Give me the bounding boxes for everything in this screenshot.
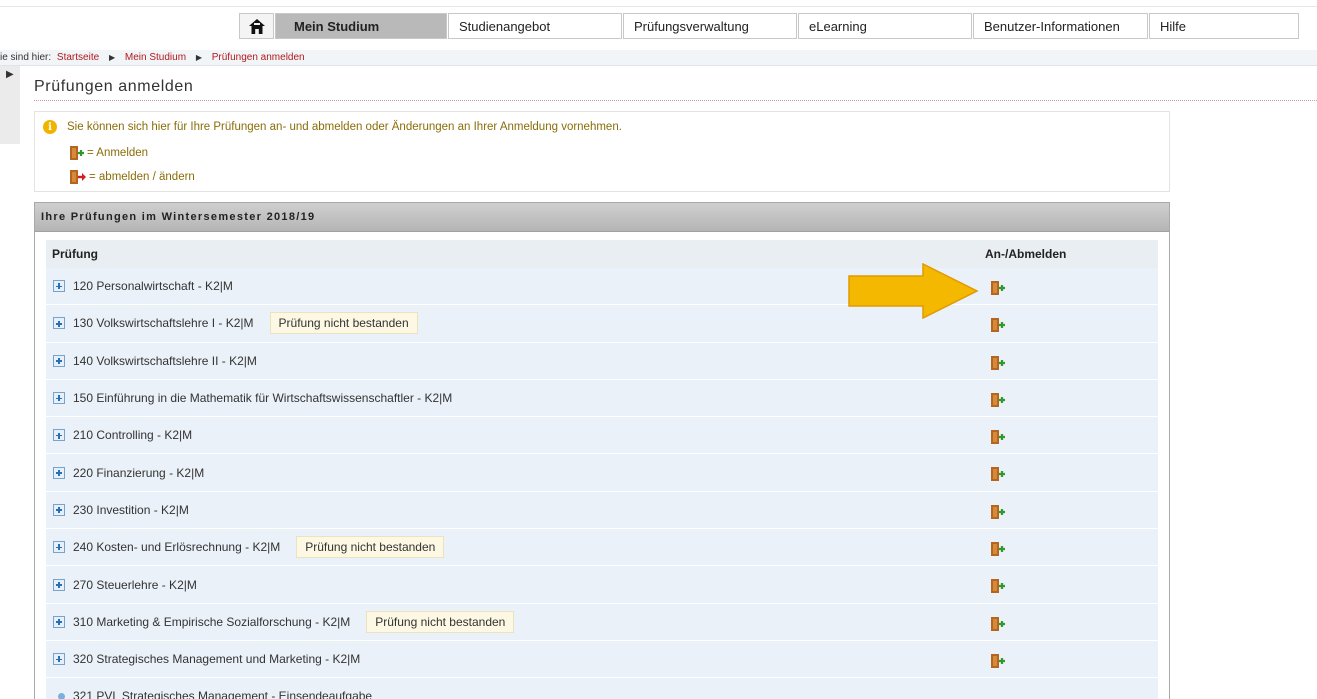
table-row: 321 PVL Strategisches Management - Einse… [46, 678, 1158, 699]
table-row: 220 Finanzierung - K2|M [46, 454, 1158, 492]
table-row: 140 Volkswirtschaftslehre II - K2|M [46, 342, 1158, 380]
table-row: 240 Kosten- und Erlösrechnung - K2|M Prüf… [46, 529, 1158, 567]
info-text: Sie können sich hier für Ihre Prüfungen … [67, 121, 622, 133]
nav-hilfe[interactable]: Hilfe [1149, 13, 1299, 39]
nav-benutzer-informationen[interactable]: Benutzer-Informationen [973, 13, 1148, 39]
exam-table: Prüfung An-/Abmelden 120 Personalwirtsch… [46, 240, 1158, 699]
door-exit-icon [70, 170, 86, 184]
register-door-icon[interactable] [990, 616, 1006, 635]
exam-name: 120 Personalwirtschaft - K2|M [73, 279, 233, 294]
legend-register-label: = Anmelden [87, 147, 149, 159]
breadcrumb: ie sind hier: Startseite ▶ Mein Studium … [0, 50, 1317, 66]
exam-name: 150 Einführung in die Mathematik für Wir… [73, 391, 453, 406]
table-row: 270 Steuerlehre - K2|M [46, 566, 1158, 604]
top-divider [0, 6, 1317, 7]
expand-plus-icon[interactable] [53, 280, 65, 293]
nav-label: Prüfungsverwaltung [634, 18, 749, 34]
expand-plus-icon[interactable] [53, 466, 65, 479]
bullet-icon [58, 692, 65, 699]
exam-name: 240 Kosten- und Erlösrechnung - K2|M [73, 540, 281, 555]
breadcrumb-current: Prüfungen anmelden [211, 52, 305, 63]
nav-label: Hilfe [1160, 18, 1187, 34]
expand-plus-icon[interactable] [53, 392, 65, 405]
register-door-icon[interactable] [990, 541, 1006, 560]
nav-label: eLearning [809, 18, 867, 34]
nav-label: Studienangebot [459, 18, 551, 34]
chevron-right-icon: ▶ [6, 69, 14, 80]
nav-label: Benutzer-Informationen [984, 18, 1120, 34]
main-nav: Mein Studium Studienangebot Prüfungsverw… [239, 13, 1300, 39]
register-door-icon[interactable] [990, 317, 1006, 336]
legend-register: = Anmelden [69, 145, 148, 161]
breadcrumb-separator-icon: ▶ [108, 53, 116, 62]
panel-title: Ihre Prüfungen im Wintersemester 2018/19 [35, 203, 1169, 232]
status-badge: Prüfung nicht bestanden [269, 312, 418, 335]
expand-plus-icon[interactable] [53, 503, 65, 516]
breadcrumb-mein-studium[interactable]: Mein Studium [125, 52, 186, 63]
exam-name: 310 Marketing & Empirische Sozialforschu… [73, 614, 351, 629]
exam-name: 130 Volkswirtschaftslehre I - K2|M [73, 316, 254, 331]
register-door-icon[interactable] [990, 504, 1006, 523]
nav-elearning[interactable]: eLearning [798, 13, 972, 39]
table-row: 150 Einführung in die Mathematik für Wir… [46, 379, 1158, 418]
door-enter-icon [70, 146, 84, 160]
top-navigation-bar: Mein Studium Studienangebot Prüfungsverw… [0, 0, 1317, 50]
exam-name: 270 Steuerlehre - K2|M [73, 577, 197, 592]
status-badge: Prüfung nicht bestanden [366, 610, 515, 633]
info-box: i Sie können sich hier für Ihre Prüfunge… [34, 111, 1170, 192]
expand-plus-icon[interactable] [53, 578, 65, 591]
table-row: 320 Strategisches Management und Marketi… [46, 640, 1158, 679]
nav-mein-studium[interactable]: Mein Studium [275, 13, 447, 39]
breadcrumb-prefix: ie sind hier: [0, 52, 52, 63]
table-header: Prüfung An-/Abmelden [46, 240, 1158, 268]
status-badge: Prüfung nicht bestanden [296, 536, 445, 559]
register-door-icon[interactable] [990, 466, 1006, 485]
legend-change: = abmelden / ändern [69, 169, 195, 185]
expand-plus-icon[interactable] [53, 354, 65, 367]
home-button[interactable] [239, 13, 274, 39]
info-icon: i [43, 120, 57, 134]
highlight-arrow-icon [848, 263, 979, 319]
register-door-icon[interactable] [990, 653, 1006, 672]
expand-plus-icon[interactable] [53, 429, 65, 442]
nav-label: Mein Studium [294, 18, 380, 34]
column-header-exam: Prüfung [52, 247, 98, 261]
page-title: Prüfungen anmelden [34, 78, 194, 95]
table-row: 310 Marketing & Empirische Sozialforschu… [46, 603, 1158, 641]
table-row: 230 Investition - K2|M [46, 491, 1158, 530]
exam-name: 140 Volkswirtschaftslehre II - K2|M [73, 353, 257, 368]
register-door-icon[interactable] [990, 355, 1006, 374]
sidebar-toggle[interactable]: ▶ [0, 66, 20, 144]
info-message: i Sie können sich hier für Ihre Prüfunge… [43, 120, 622, 134]
register-door-icon[interactable] [990, 429, 1006, 448]
title-divider [34, 100, 1317, 101]
exam-name: 210 Controlling - K2|M [73, 428, 193, 443]
exam-panel: Ihre Prüfungen im Wintersemester 2018/19… [34, 202, 1170, 699]
exam-name: 320 Strategisches Management und Marketi… [73, 652, 361, 667]
breadcrumb-separator-icon: ▶ [195, 53, 202, 62]
column-header-action: An-/Abmelden [985, 247, 1067, 261]
table-row: 130 Volkswirtschaftslehre I - K2|M Prüfun… [46, 305, 1158, 343]
legend-change-label: = abmelden / ändern [89, 171, 195, 183]
expand-plus-icon[interactable] [53, 317, 65, 330]
exam-name: 230 Investition - K2|M [73, 502, 189, 517]
table-row: 120 Personalwirtschaft - K2|M [46, 268, 1158, 306]
home-icon [248, 18, 265, 34]
exam-name: 321 PVL Strategisches Management - Einse… [73, 689, 373, 699]
breadcrumb-startseite[interactable]: Startseite [57, 52, 99, 63]
expand-plus-icon[interactable] [53, 541, 65, 554]
nav-pruefungsverwaltung[interactable]: Prüfungsverwaltung [623, 13, 797, 39]
register-door-icon[interactable] [990, 280, 1006, 299]
exam-name: 220 Finanzierung - K2|M [73, 465, 205, 480]
register-door-icon[interactable] [990, 392, 1006, 411]
register-door-icon[interactable] [990, 578, 1006, 597]
table-row: 210 Controlling - K2|M [46, 417, 1158, 455]
expand-plus-icon[interactable] [53, 615, 65, 628]
nav-studienangebot[interactable]: Studienangebot [448, 13, 622, 39]
table-body: 120 Personalwirtschaft - K2|M 130 Volkswi… [46, 268, 1158, 699]
expand-plus-icon[interactable] [53, 653, 65, 666]
